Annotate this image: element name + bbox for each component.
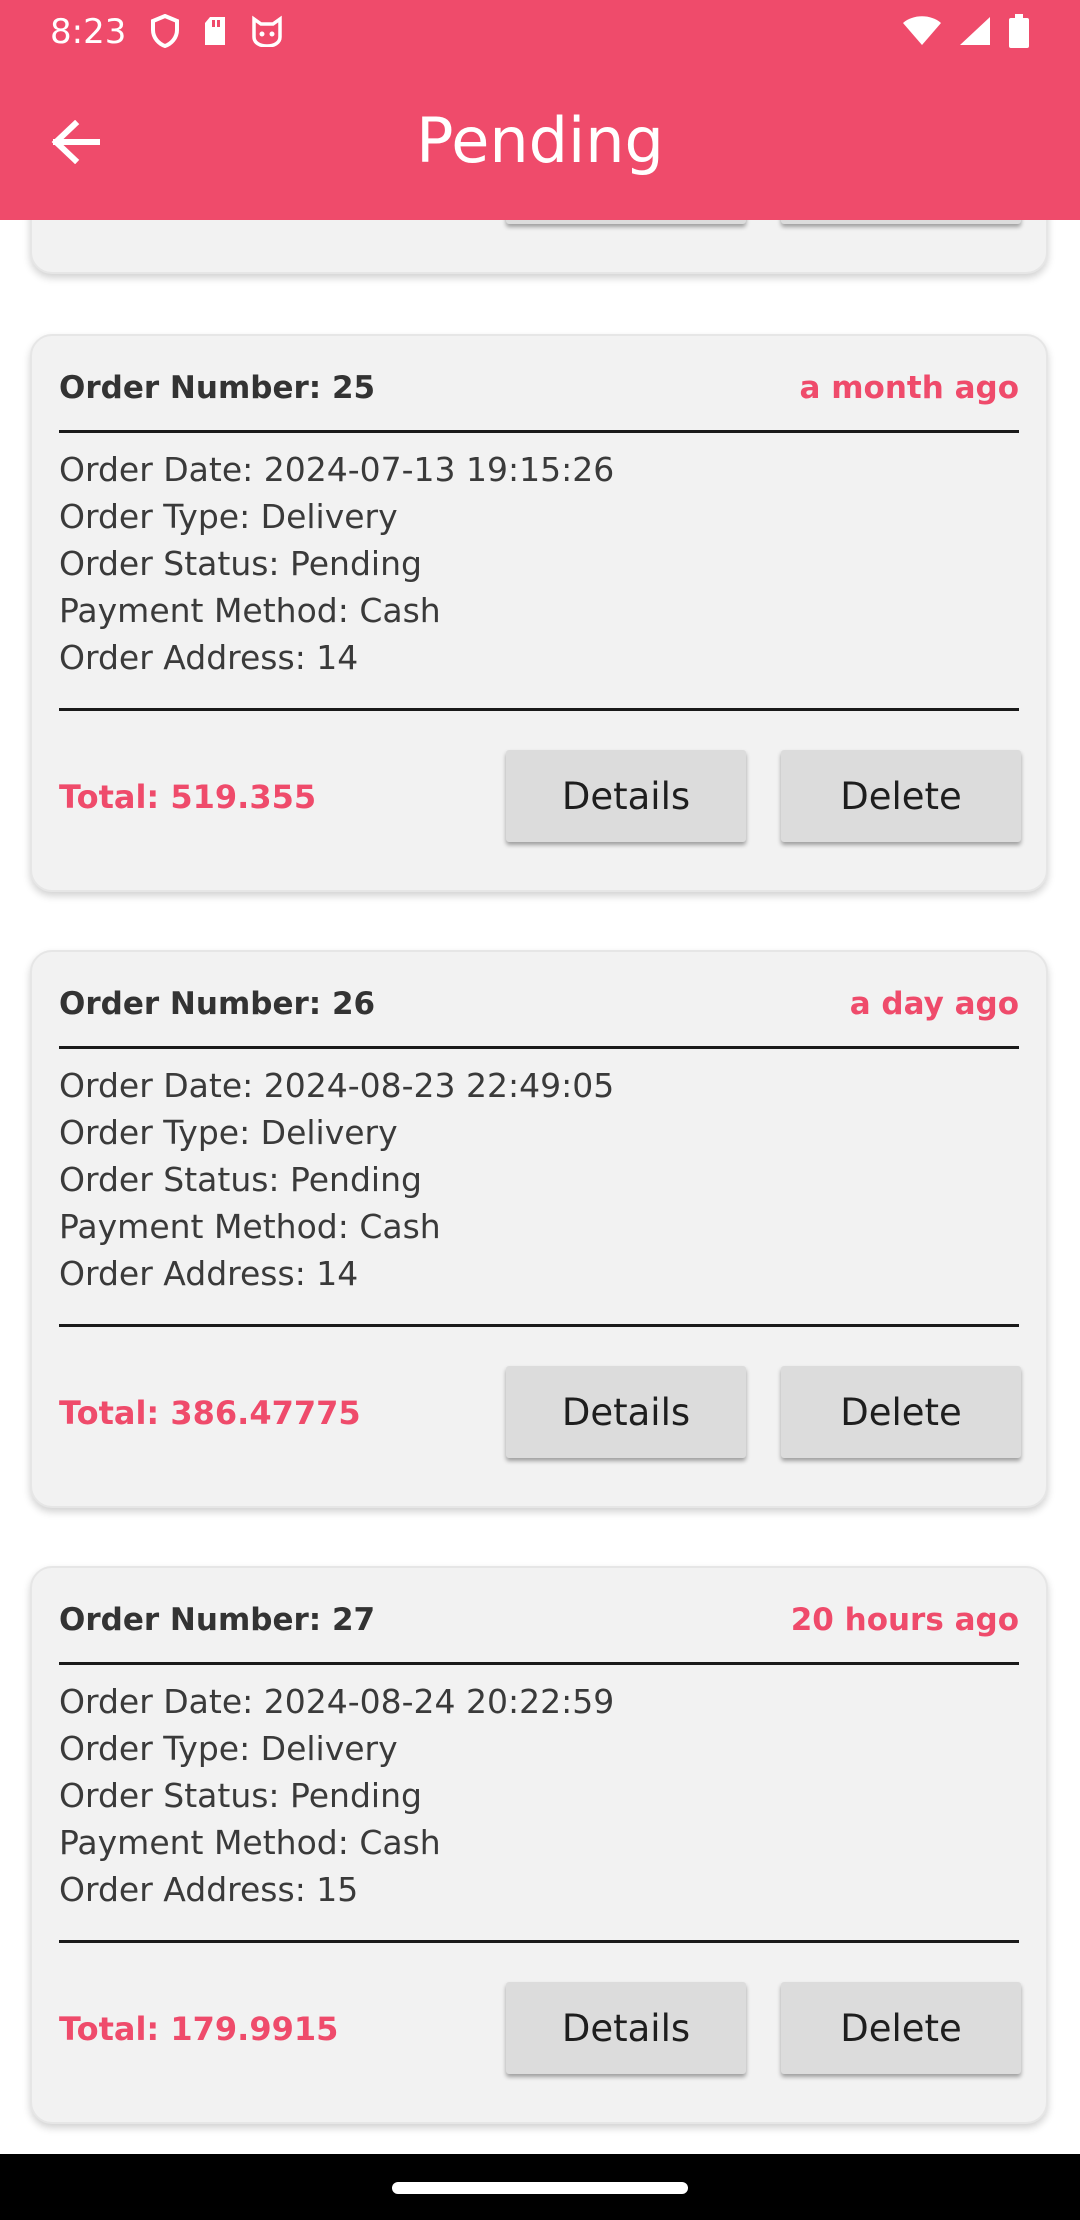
order-list[interactable]: Details Delete Order Number: 25 a month … [0,220,1080,2154]
order-card: Order Number: 26 a day ago Order Date: 2… [30,950,1048,1508]
delete-button[interactable]: Delete [781,1366,1021,1458]
divider [59,708,1019,711]
delete-button[interactable]: Delete [781,750,1021,842]
order-status: Order Status: Pending [59,1160,422,1199]
page-title: Pending [416,104,664,177]
divider [59,1940,1019,1943]
status-notification-icons [150,13,284,52]
order-type: Order Type: Delivery [59,1113,398,1152]
order-card: Details Delete [30,220,1048,274]
status-bar: 8:23 [0,0,1080,64]
divider [59,1662,1019,1665]
order-card: Order Number: 27 20 hours ago Order Date… [30,1566,1048,2124]
order-header: Order Number: 27 20 hours ago [59,1598,1019,1642]
order-time-ago: 20 hours ago [790,1602,1019,1638]
app-bar: Pending [0,64,1080,220]
wifi-icon [902,15,942,51]
home-indicator[interactable] [392,2182,688,2194]
details-button[interactable]: Details [506,750,746,842]
delete-button[interactable]: Delete [781,220,1021,224]
delete-button[interactable]: Delete [781,1982,1021,2074]
details-button[interactable]: Details [506,1982,746,2074]
payment-method: Payment Method: Cash [59,591,441,630]
order-address: Order Address: 14 [59,638,359,677]
order-details: Order Date: 2024-08-24 20:22:59 Order Ty… [59,1678,1019,1913]
order-status: Order Status: Pending [59,544,422,583]
order-date: Order Date: 2024-08-23 22:49:05 [59,1066,615,1105]
order-total: Total: 519.355 [59,778,317,816]
status-time: 8:23 [50,12,127,52]
order-time-ago: a day ago [849,986,1019,1022]
divider [59,1324,1019,1327]
order-date: Order Date: 2024-07-13 19:15:26 [59,450,615,489]
order-date: Order Date: 2024-08-24 20:22:59 [59,1682,615,1721]
order-type: Order Type: Delivery [59,1729,398,1768]
order-address: Order Address: 14 [59,1254,359,1293]
order-number: Order Number: 26 [59,986,376,1022]
cat-face-icon [250,15,284,51]
signal-icon [958,15,992,51]
order-time-ago: a month ago [799,370,1019,406]
order-total: Total: 179.9915 [59,2010,339,2048]
order-number: Order Number: 25 [59,370,376,406]
order-details: Order Date: 2024-07-13 19:15:26 Order Ty… [59,446,1019,681]
order-details: Order Date: 2024-08-23 22:49:05 Order Ty… [59,1062,1019,1297]
sd-card-icon [202,15,228,51]
payment-method: Payment Method: Cash [59,1207,441,1246]
order-total: Total: 386.47775 [59,1394,361,1432]
status-system-icons [902,14,1030,52]
details-button[interactable]: Details [506,220,746,224]
order-type: Order Type: Delivery [59,497,398,536]
divider [59,430,1019,433]
battery-icon [1008,14,1030,52]
shield-icon [150,13,180,52]
order-status: Order Status: Pending [59,1776,422,1815]
details-button[interactable]: Details [506,1366,746,1458]
order-number: Order Number: 27 [59,1602,376,1638]
divider [59,1046,1019,1049]
order-address: Order Address: 15 [59,1870,359,1909]
order-header: Order Number: 25 a month ago [59,366,1019,410]
navigation-bar [0,2154,1080,2220]
payment-method: Payment Method: Cash [59,1823,441,1862]
order-header: Order Number: 26 a day ago [59,982,1019,1026]
order-card: Order Number: 25 a month ago Order Date:… [30,334,1048,892]
